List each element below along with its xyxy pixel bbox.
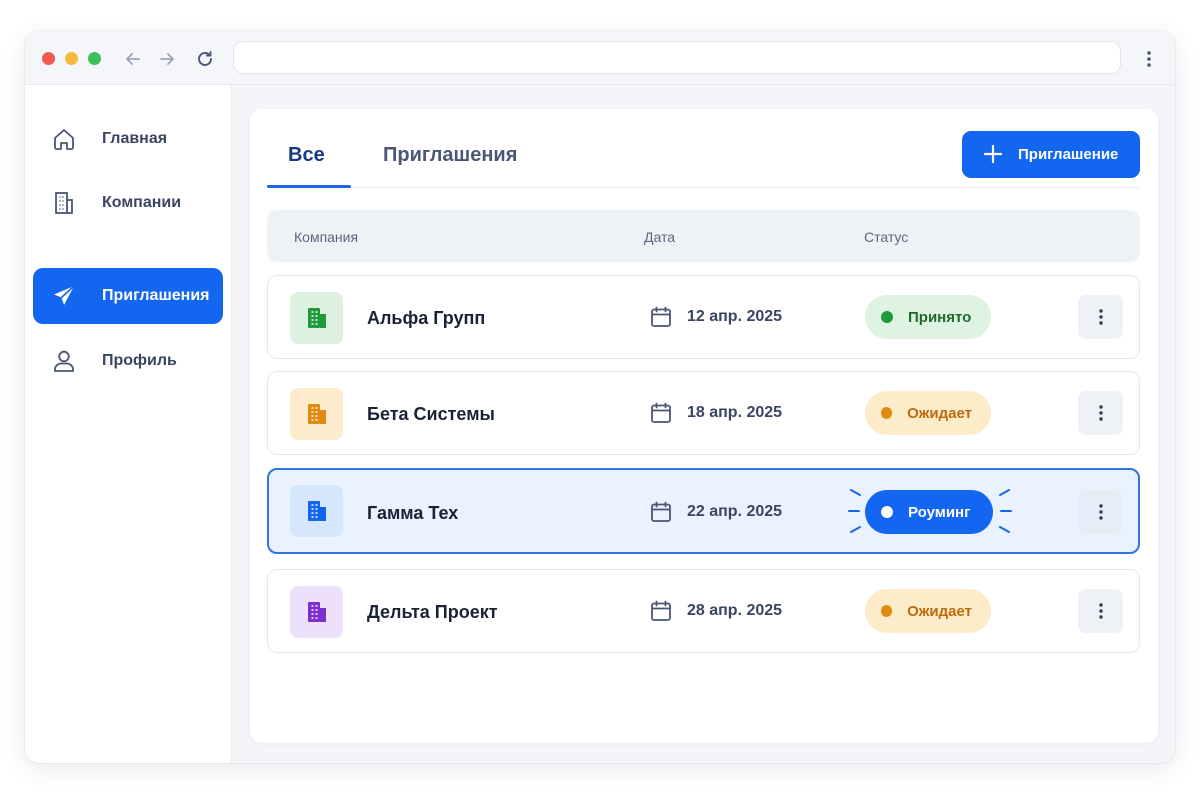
more-vertical-icon bbox=[1098, 405, 1103, 421]
address-bar[interactable] bbox=[233, 41, 1121, 74]
company-building-icon bbox=[290, 292, 343, 344]
table-row[interactable]: Альфа Групп 12 апр. 2025 Принято bbox=[267, 275, 1140, 359]
user-icon bbox=[51, 348, 77, 374]
status-badge: Ожидает bbox=[865, 589, 991, 633]
status-text: Ожидает bbox=[907, 602, 972, 620]
browser-window: Главная Компании Приглашения Профиль Все… bbox=[25, 31, 1175, 763]
table-row[interactable]: Бета Системы 18 апр. 2025 Ожидает bbox=[267, 371, 1140, 455]
table-row-selected[interactable]: Гамма Тех 22 апр. 2025 Роуминг bbox=[267, 468, 1140, 554]
table-row[interactable]: Дельта Проект 28 апр. 2025 Ожидает bbox=[267, 569, 1140, 653]
new-invitation-label: Приглашение bbox=[1018, 146, 1119, 163]
tabs-divider bbox=[267, 187, 1140, 188]
company-name: Бета Системы bbox=[367, 404, 495, 424]
more-vertical-icon bbox=[1098, 504, 1103, 520]
sidebar-item-label: Приглашения bbox=[102, 287, 210, 304]
calendar-icon bbox=[651, 600, 671, 621]
home-icon bbox=[51, 126, 77, 152]
status-badge: Принято bbox=[865, 295, 991, 339]
send-icon bbox=[51, 283, 77, 309]
company-name: Гамма Тех bbox=[367, 503, 459, 523]
minimize-window-dot[interactable] bbox=[65, 52, 78, 65]
status-dot bbox=[881, 506, 893, 518]
status-dot bbox=[881, 407, 893, 419]
invitation-date: 12 апр. 2025 bbox=[687, 308, 783, 325]
tab-all[interactable]: Все bbox=[288, 144, 325, 167]
sidebar-item-home[interactable]: Главная bbox=[33, 111, 223, 167]
sidebar-item-companies[interactable]: Компании bbox=[33, 175, 223, 231]
back-arrow-icon[interactable] bbox=[122, 48, 144, 70]
status-dot bbox=[881, 605, 893, 617]
invitation-date: 22 апр. 2025 bbox=[687, 503, 783, 520]
status-badge: Роуминг bbox=[865, 490, 993, 534]
calendar-icon bbox=[651, 306, 671, 327]
plus-icon bbox=[983, 144, 1003, 164]
status-text: Принято bbox=[908, 308, 972, 326]
company-name: Дельта Проект bbox=[367, 602, 498, 622]
forward-arrow-icon[interactable] bbox=[156, 48, 178, 70]
sidebar-item-label: Компании bbox=[102, 194, 182, 211]
company-building-icon bbox=[290, 586, 343, 638]
column-header-company[interactable]: Компания bbox=[294, 229, 358, 245]
row-more-button[interactable] bbox=[1078, 490, 1123, 534]
row-more-button[interactable] bbox=[1078, 589, 1123, 633]
company-building-icon bbox=[290, 485, 343, 537]
sidebar-item-label: Главная bbox=[102, 130, 168, 147]
invitation-date: 18 апр. 2025 bbox=[687, 404, 783, 421]
calendar-icon bbox=[651, 402, 671, 423]
building-icon bbox=[51, 190, 77, 216]
active-tab-indicator bbox=[267, 185, 351, 188]
maximize-window-dot[interactable] bbox=[88, 52, 101, 65]
status-text: Ожидает bbox=[907, 404, 972, 422]
new-invitation-button[interactable]: Приглашение bbox=[962, 131, 1140, 178]
browser-menu-icon[interactable] bbox=[1138, 48, 1160, 70]
column-header-date[interactable]: Дата bbox=[644, 229, 675, 245]
column-header-status[interactable]: Статус bbox=[864, 229, 908, 245]
more-vertical-icon bbox=[1098, 309, 1103, 325]
browser-titlebar bbox=[25, 31, 1175, 85]
calendar-icon bbox=[651, 501, 671, 522]
row-more-button[interactable] bbox=[1078, 391, 1123, 435]
more-vertical-icon bbox=[1098, 603, 1103, 619]
sidebar-item-label: Профиль bbox=[102, 352, 177, 369]
invitation-date: 28 апр. 2025 bbox=[687, 602, 783, 619]
status-dot bbox=[881, 311, 893, 323]
table-header: Компания Дата Статус bbox=[267, 210, 1140, 262]
reload-icon[interactable] bbox=[194, 48, 216, 70]
company-building-icon bbox=[290, 388, 343, 440]
status-badge: Ожидает bbox=[865, 391, 991, 435]
status-text: Роуминг bbox=[908, 503, 971, 521]
tab-invitations[interactable]: Приглашения bbox=[383, 144, 517, 167]
company-name: Альфа Групп bbox=[367, 308, 486, 328]
sidebar: Главная Компании Приглашения Профиль bbox=[25, 85, 232, 763]
close-window-dot[interactable] bbox=[42, 52, 55, 65]
row-more-button[interactable] bbox=[1078, 295, 1123, 339]
sidebar-item-invitations[interactable]: Приглашения bbox=[33, 268, 223, 324]
main-panel: Все Приглашения Приглашение Компания Дат… bbox=[250, 109, 1158, 743]
sidebar-item-profile[interactable]: Профиль bbox=[33, 333, 223, 389]
